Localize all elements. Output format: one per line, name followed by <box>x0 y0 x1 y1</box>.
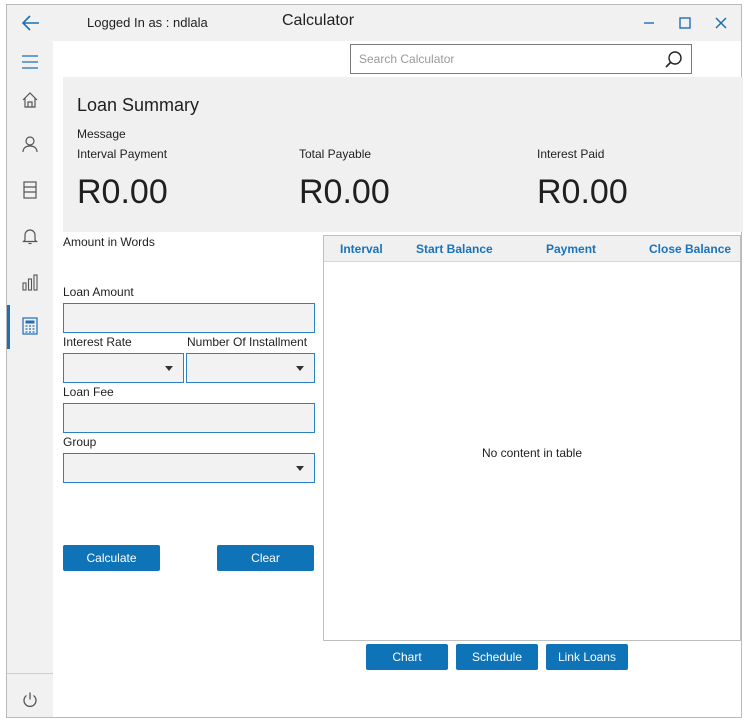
app-window: Logged In as : ndlala Calculator Search … <box>6 4 743 718</box>
home-icon[interactable] <box>7 79 53 123</box>
clear-button[interactable]: Clear <box>217 545 314 571</box>
bell-icon[interactable] <box>7 215 53 259</box>
loan-summary-title: Loan Summary <box>77 95 200 115</box>
column-header-close-balance[interactable]: Close Balance <box>649 242 731 256</box>
list-icon[interactable] <box>7 169 53 213</box>
app-title: Calculator <box>282 12 355 29</box>
empty-table-message: No content in table <box>481 446 583 460</box>
loan-fee-input[interactable] <box>64 404 314 432</box>
person-icon[interactable] <box>7 123 53 167</box>
interval-payment-label: Interval Payment <box>77 147 168 161</box>
interest-rate-label: Interest Rate <box>63 335 132 349</box>
amount-in-words-label: Amount in Words <box>63 235 155 249</box>
interest-paid-label: Interest Paid <box>537 147 605 161</box>
total-payable-value: R0.00 <box>299 173 390 211</box>
group-label: Group <box>63 435 97 449</box>
column-header-start-balance[interactable]: Start Balance <box>416 242 493 256</box>
chart-icon[interactable] <box>7 261 53 305</box>
close-icon[interactable] <box>709 11 733 35</box>
table-header: Interval Start Balance Payment Close Bal… <box>324 236 740 262</box>
search-icon[interactable] <box>663 49 685 71</box>
loan-amount-field[interactable] <box>63 303 315 333</box>
column-header-interval[interactable]: Interval <box>340 242 383 256</box>
loan-amount-label: Loan Amount <box>63 285 134 299</box>
message-label: Message <box>77 127 126 141</box>
chevron-down-icon <box>165 366 173 371</box>
schedule-button[interactable]: Schedule <box>456 644 538 670</box>
total-payable-label: Total Payable <box>299 147 372 161</box>
calculate-button[interactable]: Calculate <box>63 545 160 571</box>
maximize-icon[interactable] <box>673 11 697 35</box>
installments-dropdown[interactable] <box>186 353 315 383</box>
link-loans-button[interactable]: Link Loans <box>546 644 628 670</box>
interval-payment-value: R0.00 <box>77 173 168 211</box>
search-box <box>350 44 692 74</box>
chevron-down-icon <box>296 366 304 371</box>
power-icon[interactable] <box>7 679 53 723</box>
chevron-down-icon <box>296 466 304 471</box>
interest-paid-value: R0.00 <box>537 173 628 211</box>
installments-label: Number Of Installment <box>187 335 308 349</box>
loan-amount-input[interactable] <box>64 304 314 332</box>
loan-fee-label: Loan Fee <box>63 385 114 399</box>
search-input[interactable] <box>351 45 651 73</box>
logged-in-label: Logged In as : ndlala <box>87 15 208 30</box>
sidebar-divider <box>7 673 53 674</box>
chart-button[interactable]: Chart <box>366 644 448 670</box>
loan-summary-panel: Loan Summary Message Interval Payment To… <box>63 77 743 232</box>
sidebar <box>7 41 53 717</box>
loan-fee-field[interactable] <box>63 403 315 433</box>
column-header-payment[interactable]: Payment <box>546 242 596 256</box>
title-bar: Logged In as : ndlala Calculator <box>7 5 741 41</box>
calculator-icon[interactable] <box>7 305 53 349</box>
back-arrow-icon[interactable] <box>19 11 43 35</box>
schedule-table: Interval Start Balance Payment Close Bal… <box>323 235 741 641</box>
group-dropdown[interactable] <box>63 453 315 483</box>
interest-rate-dropdown[interactable] <box>63 353 184 383</box>
minimize-icon[interactable] <box>637 11 661 35</box>
